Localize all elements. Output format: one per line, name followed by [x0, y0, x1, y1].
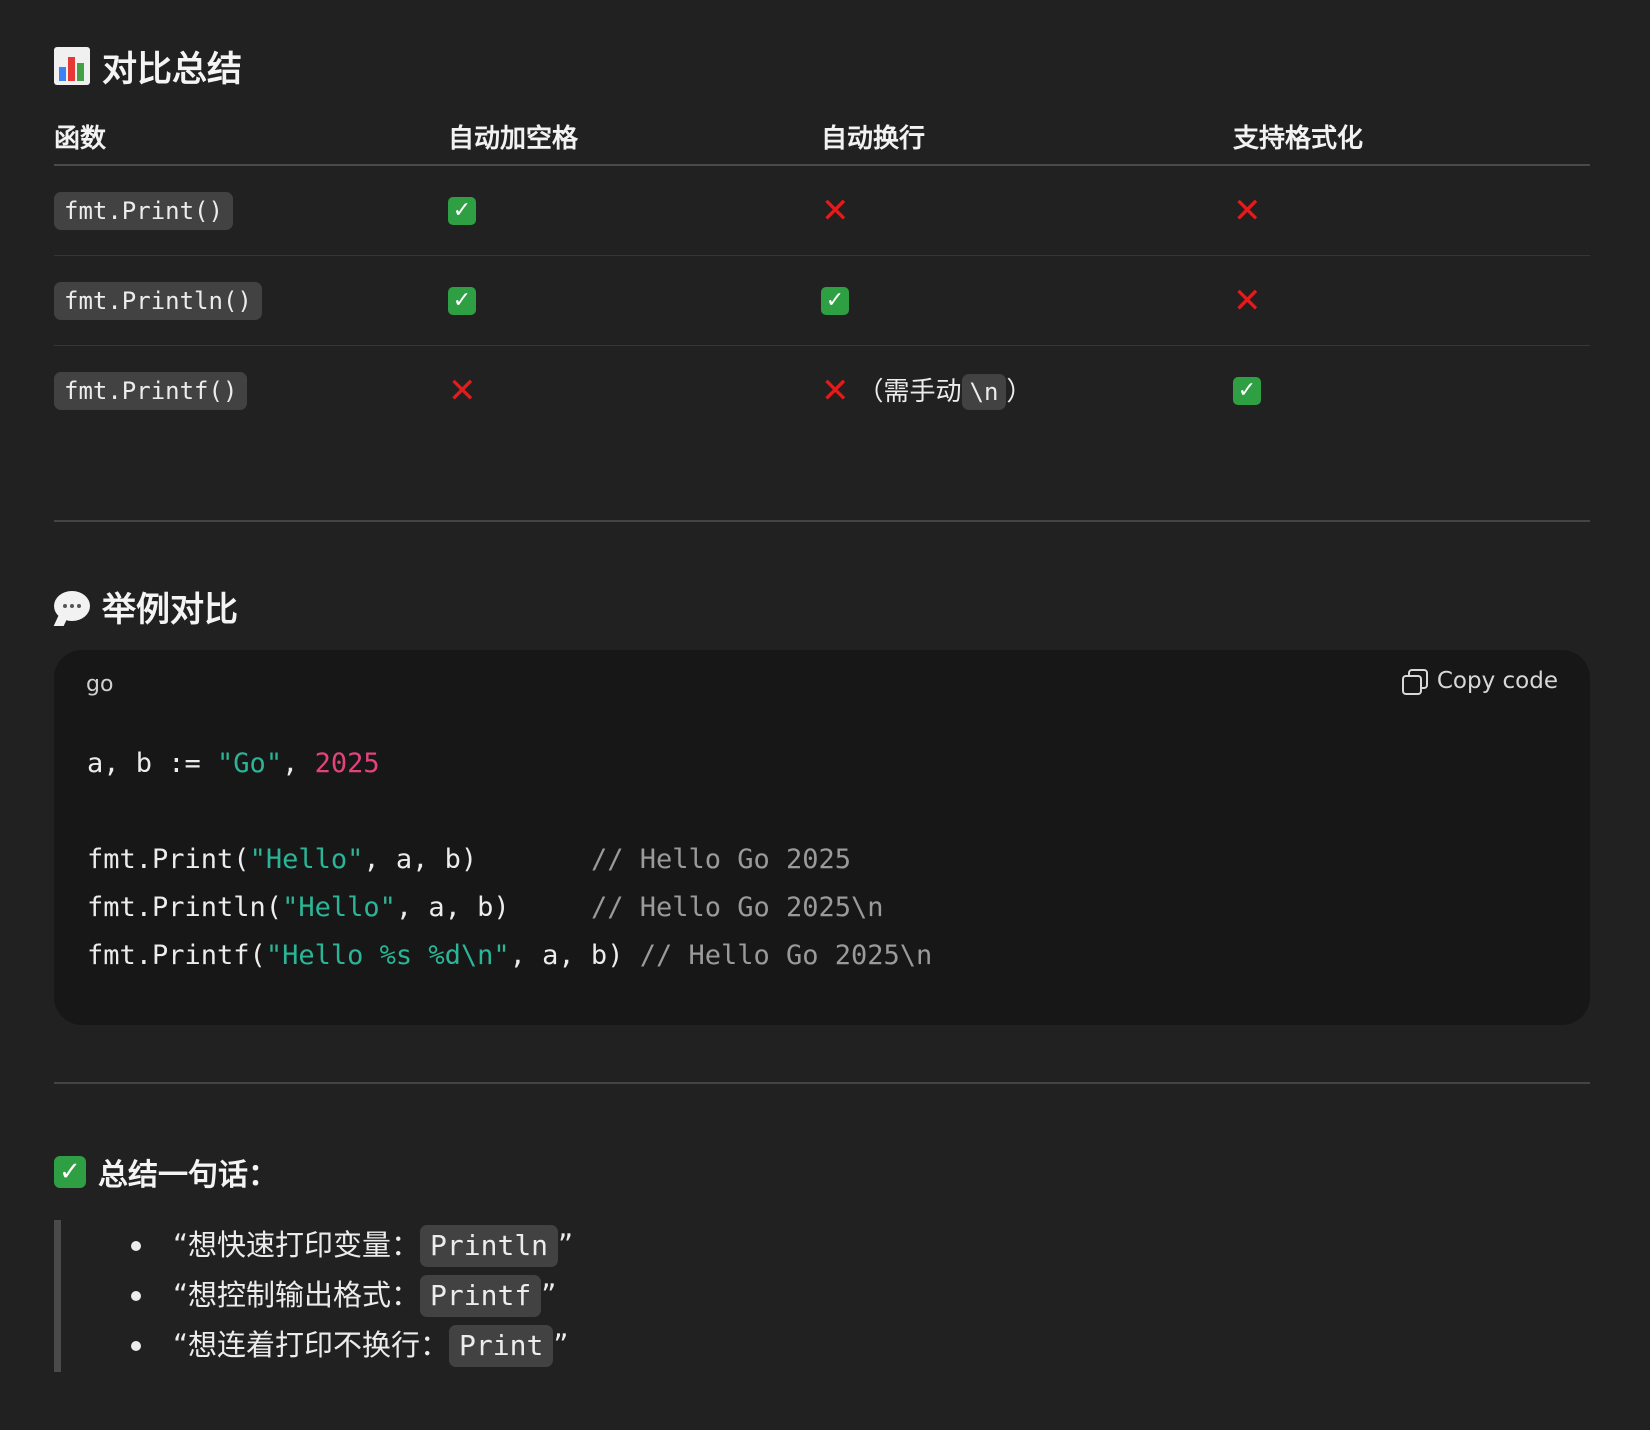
speech-bubble-icon: [54, 591, 90, 621]
bar-chart-icon: [54, 47, 90, 85]
summary-list: “想快速打印变量： Println” “想控制输出格式： Printf” “想连着打印不…: [61, 1220, 961, 1370]
list-item-text: “想快速打印变量：: [173, 1228, 421, 1262]
code-text: , a, b): [509, 940, 640, 971]
list-item: “想快速打印变量： Println”: [61, 1220, 961, 1270]
check-mark-icon: ✓: [1233, 377, 1261, 405]
cell-auto-space: ✓: [448, 165, 821, 256]
code-comment: // Hello Go 2025\n: [639, 940, 933, 971]
divider: [54, 1082, 1590, 1084]
example-heading: 举例对比: [54, 580, 238, 632]
cross-mark-icon: ✕: [821, 190, 850, 231]
table-row: fmt.Println() ✓ ✓ ✕: [54, 255, 1590, 346]
bullet-icon: [131, 1291, 141, 1301]
cell-auto-space: ✓: [448, 255, 821, 346]
code-text: , a, b): [395, 892, 591, 923]
table-row: fmt.Print() ✓ ✕ ✕: [54, 165, 1590, 256]
summary-quote: “想快速打印变量： Println” “想控制输出格式： Printf” “想连着打印不…: [54, 1220, 961, 1372]
code-text: fmt.Print(: [87, 844, 250, 875]
summary-title: 对比总结: [102, 49, 243, 90]
code-number: 2025: [314, 748, 380, 779]
code-text: fmt.Printf(: [87, 940, 266, 971]
cell-function: fmt.Print(): [54, 165, 448, 256]
check-mark-icon: ✓: [821, 287, 849, 315]
divider: [54, 520, 1590, 522]
cell-function: fmt.Println(): [54, 255, 448, 346]
code-string: "Go": [217, 748, 283, 779]
code-comment: // Hello Go 2025: [590, 844, 852, 875]
list-item-end: ”: [558, 1228, 574, 1262]
code-string: "Hello": [249, 844, 364, 875]
cell-format-support: ✕: [1233, 165, 1590, 256]
list-item-code: Println: [420, 1225, 559, 1267]
copy-icon: [1401, 668, 1428, 695]
code-text: ,: [282, 748, 315, 779]
function-code: fmt.Println(): [54, 281, 262, 320]
summary-heading: 对比总结: [54, 40, 242, 92]
code-line: fmt.Println("Hello", a, b) // Hello Go 2…: [87, 884, 932, 932]
oneline-heading: ✓ 总结一句话：: [54, 1146, 278, 1198]
list-item-text: “想控制输出格式：: [173, 1278, 421, 1312]
code-line: fmt.Printf("Hello %s %d\n", a, b) // Hel…: [87, 932, 932, 980]
code-text: a, b :=: [87, 748, 218, 779]
code-text: , a, b): [363, 844, 591, 875]
note-code: \n: [961, 374, 1007, 410]
list-item: “想控制输出格式： Printf”: [61, 1270, 961, 1320]
copy-code-button[interactable]: Copy code: [1401, 668, 1558, 695]
list-item-end: ”: [541, 1278, 557, 1312]
code-text: fmt.Println(: [87, 892, 283, 923]
header-auto-newline: 自动换行: [821, 108, 1233, 166]
cell-auto-space: ✕: [448, 346, 821, 436]
check-mark-icon: ✓: [448, 197, 476, 225]
list-item-end: ”: [553, 1328, 569, 1362]
header-format-support: 支持格式化: [1233, 108, 1590, 166]
note-text: ）: [1006, 377, 1033, 407]
list-item-code: Print: [449, 1325, 554, 1367]
code-string: "Hello": [282, 892, 396, 923]
code-line: fmt.Print("Hello", a, b) // Hello Go 202…: [87, 836, 932, 884]
newline-note: （需手动 \n）: [857, 374, 1033, 410]
cell-auto-newline: ✕: [821, 165, 1233, 256]
list-item-code: Printf: [420, 1275, 542, 1317]
code-string: "Hello %s %d\n": [265, 940, 510, 971]
copy-code-label: Copy code: [1436, 668, 1558, 694]
example-title: 举例对比: [102, 589, 238, 630]
comparison-table: 函数 自动加空格 自动换行 支持格式化 fmt.Print() ✓ ✕ ✕ fmt.Pr…: [54, 108, 1590, 435]
oneline-title: 总结一句话：: [98, 1158, 278, 1193]
function-code: fmt.Print(): [54, 191, 233, 230]
cross-mark-icon: ✕: [1233, 190, 1262, 231]
cell-format-support: ✓: [1233, 346, 1590, 436]
cross-mark-icon: ✕: [1233, 280, 1262, 321]
function-code: fmt.Printf(): [54, 371, 248, 410]
cell-format-support: ✕: [1233, 255, 1590, 346]
note-text: （需手动: [857, 377, 962, 407]
table-row: fmt.Printf() ✕ ✕ （需手动 \n） ✓: [54, 346, 1590, 436]
cross-mark-icon: ✕: [821, 370, 850, 411]
bullet-icon: [131, 1341, 141, 1351]
code-line: a, b := "Go", 2025: [87, 740, 932, 788]
cell-auto-newline: ✓: [821, 255, 1233, 346]
cross-mark-icon: ✕: [448, 370, 477, 411]
list-item-text: “想连着打印不换行：: [173, 1328, 450, 1362]
list-item: “想连着打印不换行： Print”: [61, 1320, 961, 1370]
code-comment: // Hello Go 2025\n: [590, 892, 884, 923]
cell-function: fmt.Printf(): [54, 346, 448, 436]
table-header-row: 函数 自动加空格 自动换行 支持格式化: [54, 108, 1590, 166]
bullet-icon: [131, 1241, 141, 1251]
check-mark-icon: ✓: [448, 287, 476, 315]
check-mark-icon: ✓: [54, 1156, 86, 1188]
code-block: go Copy code a, b := "Go", 2025 fmt.Print…: [54, 650, 1590, 1025]
cell-auto-newline: ✕ （需手动 \n）: [821, 346, 1233, 436]
header-auto-space: 自动加空格: [448, 108, 821, 166]
header-function: 函数: [54, 108, 448, 166]
code-language-label: go: [86, 672, 114, 697]
code-content: a, b := "Go", 2025 fmt.Print("Hello", a, …: [87, 740, 932, 980]
